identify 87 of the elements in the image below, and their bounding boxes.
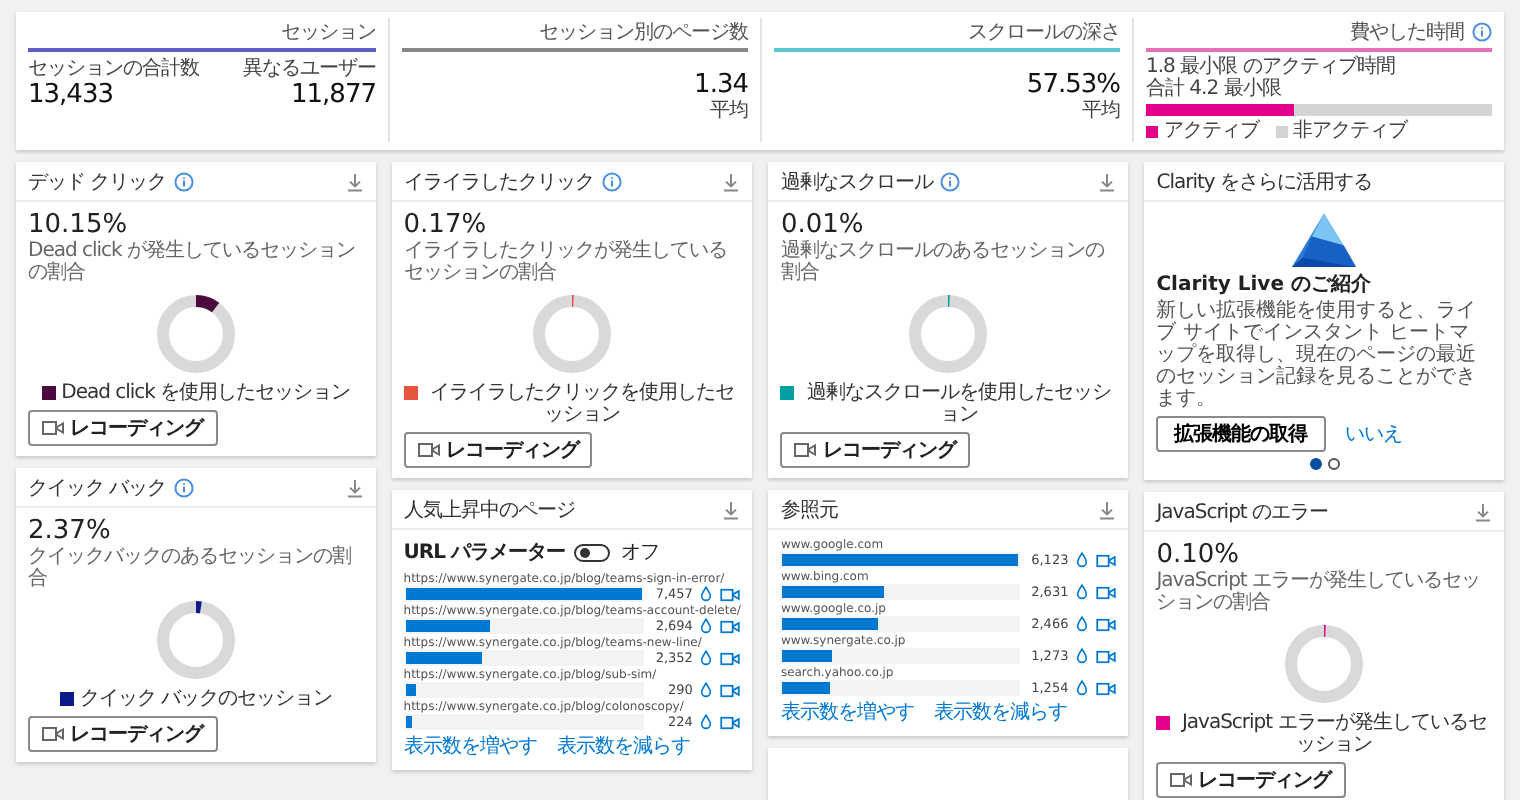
metric-value: 11,877 (289, 80, 376, 110)
info-icon[interactable] (174, 171, 195, 191)
metric-value: 1.34 (692, 70, 748, 100)
download-icon[interactable] (1098, 171, 1117, 191)
section-title: セッション (281, 20, 376, 46)
link[interactable]: 表示数を減らす (933, 698, 1067, 726)
legend-label: Dead click を使用したセッション (61, 382, 351, 404)
active-time-label: 1.8 最小限 のアクティブ時間 (1146, 56, 1395, 78)
metric-value: 57.53% (1024, 70, 1120, 100)
percent-value: 10.15% (28, 210, 130, 240)
card-title: クイック バック (28, 475, 167, 501)
metric-value: 13,433 (28, 80, 115, 110)
legend-label: 非アクティブ (1293, 120, 1407, 142)
get-extension-button[interactable]: 拡張機能の取得 (1156, 416, 1326, 452)
video-icon[interactable] (720, 683, 741, 697)
card-title: イライラしたクリック (403, 169, 594, 195)
video-icon[interactable] (1096, 553, 1117, 567)
carousel-dot[interactable] (1309, 458, 1322, 470)
video-icon[interactable] (720, 619, 741, 633)
toggle-label: URL パラメーター (403, 540, 565, 566)
percent-value: 0.01% (780, 210, 866, 240)
video-icon[interactable] (1096, 585, 1117, 599)
legend-label: イライラしたクリックを使用したセッション (428, 382, 737, 426)
download-icon[interactable] (345, 477, 364, 497)
video-icon (42, 420, 64, 436)
recordings-button[interactable]: レコーディング (403, 432, 593, 468)
video-icon (794, 442, 817, 458)
promo-text: 新しい拡張機能を使用すると、ライブ サイトでインスタント ヒートマップを取得し、現在のページの最近のセッション記録を見ることができます。 (1156, 300, 1479, 410)
card-title: JavaScript のエラー (1156, 499, 1329, 525)
video-icon[interactable] (1096, 649, 1117, 663)
download-icon[interactable] (722, 171, 741, 191)
info-icon[interactable] (174, 477, 195, 497)
recordings-button[interactable]: レコーディング (780, 432, 970, 468)
info-icon[interactable] (1472, 22, 1492, 42)
legend-label: アクティブ (1164, 120, 1259, 142)
percent-value: 0.17% (403, 210, 489, 240)
video-icon[interactable] (720, 651, 741, 665)
link[interactable]: 表示数を増やす (403, 732, 537, 760)
download-icon[interactable] (722, 499, 741, 519)
video-icon (1170, 772, 1193, 788)
video-icon[interactable] (720, 587, 741, 601)
download-icon[interactable] (1098, 499, 1117, 519)
legend-label: JavaScript エラーが発生しているセッション (1179, 712, 1489, 756)
dismiss-link[interactable]: いいえ (1345, 420, 1403, 448)
metric-description: JavaScript エラーが発生しているセッションの割合 (1156, 570, 1483, 614)
download-icon[interactable] (345, 171, 364, 191)
video-icon (417, 442, 440, 458)
metric-description: クイックバックのあるセッションの割合 (28, 546, 353, 590)
legend-label: クイック バックのセッション (79, 688, 332, 710)
card-title: 過剰なスクロール (780, 169, 933, 195)
info-icon[interactable] (601, 171, 622, 191)
card-title: 人気上昇中のページ (403, 497, 575, 523)
metric-note: 平均 (708, 100, 748, 122)
metric-label: セッションの合計数 (28, 58, 199, 80)
section-title: 費やした時間 (1350, 19, 1464, 46)
toggle-state: オフ (620, 540, 659, 566)
legend-label: 過剰なスクロールを使用したセッション (804, 382, 1113, 426)
recordings-button[interactable]: レコーディング (28, 410, 217, 446)
metric-label: 異なるユーザー (243, 58, 376, 80)
card-title: デッド クリック (28, 169, 167, 195)
recordings-button[interactable]: レコーディング (28, 716, 217, 752)
metric-description: イライラしたクリックが発生しているセッションの割合 (403, 240, 729, 284)
card-title: Clarity をさらに活用する (1156, 169, 1373, 195)
metric-description: 過剰なスクロールのあるセッションの割合 (780, 240, 1106, 284)
percent-value: 0.10% (1156, 540, 1242, 570)
link[interactable]: 表示数を減らす (556, 732, 690, 760)
section-title: セッション別のページ数 (539, 20, 748, 46)
metric-description: Dead click が発生しているセッションの割合 (28, 240, 358, 284)
percent-value: 2.37% (28, 516, 113, 546)
total-time-label: 合計 4.2 最小限 (1146, 78, 1281, 100)
video-icon[interactable] (1096, 617, 1117, 631)
video-icon[interactable] (1096, 681, 1117, 695)
carousel-dot[interactable] (1327, 458, 1340, 470)
legend-swatch (1275, 125, 1287, 137)
video-icon (42, 726, 64, 742)
triangle-logo (1290, 212, 1359, 270)
download-icon[interactable] (1474, 501, 1492, 521)
toggle-switch[interactable] (574, 543, 611, 561)
link[interactable]: 表示数を増やす (780, 698, 914, 726)
metric-note: 平均 (1080, 100, 1120, 122)
card-title: 参照元 (780, 497, 838, 523)
legend-swatch (1146, 125, 1158, 137)
recordings-button[interactable]: レコーディング (1156, 762, 1346, 798)
video-icon[interactable] (720, 715, 741, 729)
info-icon[interactable] (940, 171, 961, 191)
section-title: スクロールの深さ (968, 20, 1120, 46)
promo-heading: Clarity Live のご紹介 (1156, 274, 1373, 298)
